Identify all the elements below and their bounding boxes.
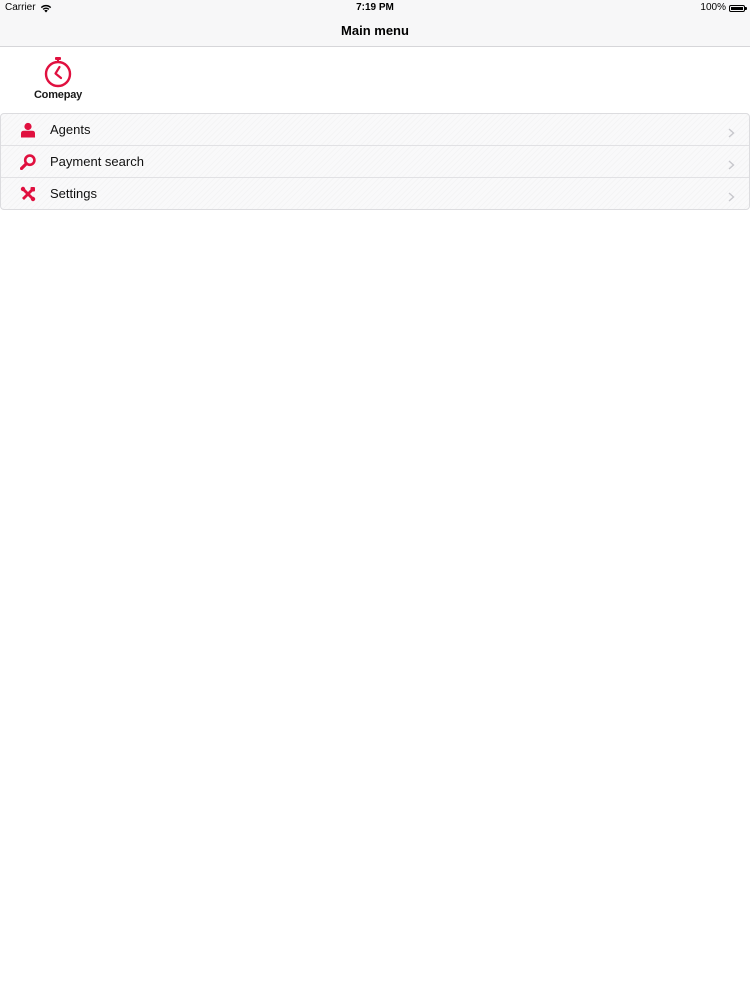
status-right: 100% bbox=[700, 0, 747, 16]
status-time: 7:19 PM bbox=[356, 2, 394, 13]
search-icon bbox=[20, 153, 36, 170]
page-title: Main menu bbox=[341, 23, 409, 38]
stopwatch-icon bbox=[44, 57, 72, 88]
main-menu-list: Agents Payment search Settings bbox=[0, 113, 750, 210]
status-bar: Carrier 7:19 PM 100% bbox=[0, 0, 750, 16]
tools-icon bbox=[20, 186, 36, 202]
menu-item-label: Agents bbox=[50, 122, 91, 137]
logo-text: Comepay bbox=[33, 89, 83, 101]
person-icon bbox=[20, 122, 36, 138]
chevron-right-icon bbox=[728, 125, 735, 138]
menu-item-label: Settings bbox=[50, 186, 97, 201]
chevron-right-icon bbox=[728, 189, 735, 202]
menu-item-payment-search[interactable]: Payment search bbox=[1, 146, 749, 178]
chevron-right-icon bbox=[728, 157, 735, 170]
comepay-logo: Comepay bbox=[30, 56, 86, 104]
battery-icon bbox=[729, 4, 747, 12]
navigation-bar: Main menu bbox=[0, 16, 750, 47]
menu-item-label: Payment search bbox=[50, 154, 144, 169]
menu-item-agents[interactable]: Agents bbox=[1, 114, 749, 146]
menu-item-settings[interactable]: Settings bbox=[1, 178, 749, 209]
battery-percentage: 100% bbox=[700, 2, 726, 13]
